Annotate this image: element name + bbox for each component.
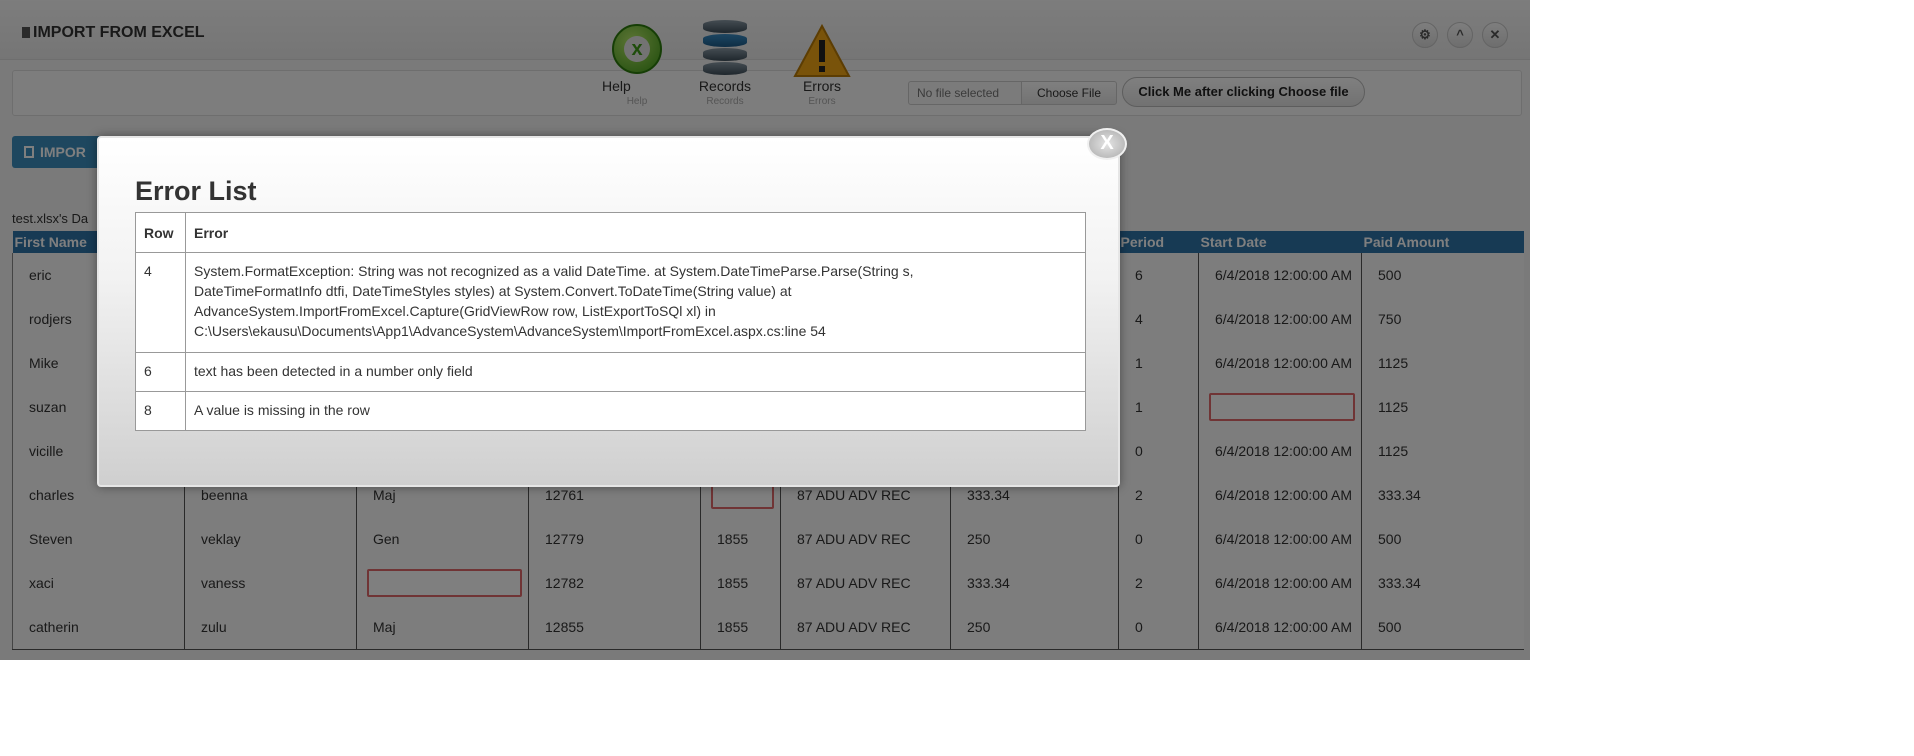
error-row-number: 8 [135, 391, 186, 431]
error-row-number: 6 [135, 352, 186, 392]
error-message: A value is missing in the row [185, 391, 1086, 431]
error-row: 8 A value is missing in the row [135, 391, 1086, 431]
row-column-header: Row [135, 212, 186, 253]
app-window: IMPORT FROM EXCEL ⚙ ^ ✕ x Help Help Reco… [0, 0, 1530, 660]
error-row: 4 System.FormatException: String was not… [135, 252, 1086, 353]
error-message: text has been detected in a number only … [185, 352, 1086, 392]
error-table: Row Error 4 System.FormatException: Stri… [135, 212, 1086, 431]
error-table-header: Row Error [135, 212, 1086, 253]
dialog-title: Error List [135, 176, 257, 206]
error-row: 6 text has been detected in a number onl… [135, 352, 1086, 392]
error-list-dialog: Error List Row Error 4 System.FormatExce… [97, 136, 1120, 487]
dialog-close-button[interactable]: X [1087, 128, 1127, 160]
error-column-header: Error [185, 212, 1086, 253]
close-icon: X [1100, 132, 1114, 154]
error-row-number: 4 [135, 252, 186, 353]
error-message: System.FormatException: String was not r… [185, 252, 1086, 353]
